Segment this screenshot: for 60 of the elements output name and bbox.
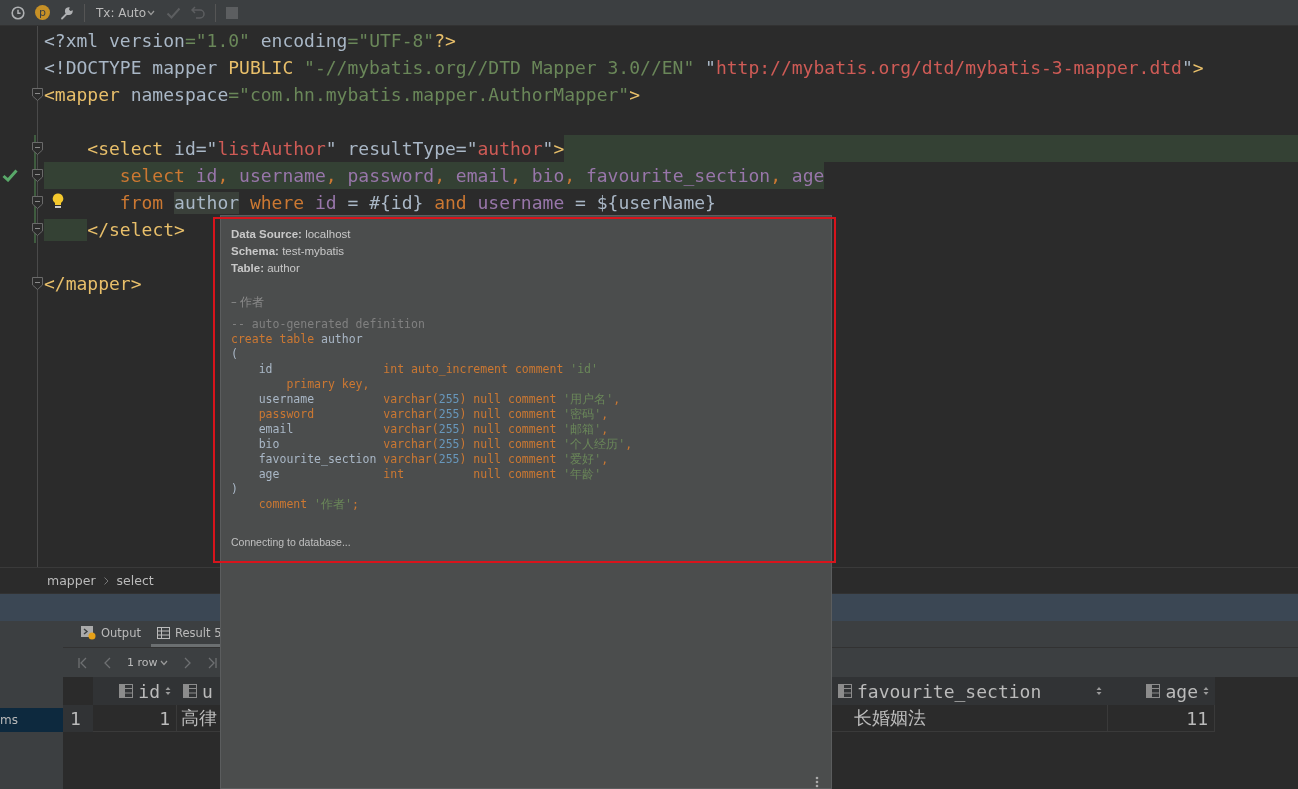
column-icon — [119, 684, 134, 698]
transaction-mode-dropdown[interactable]: Tx: Auto — [94, 5, 158, 20]
check-icon — [166, 6, 182, 19]
table-icon — [156, 626, 170, 639]
info-line: Table: author — [231, 261, 301, 276]
column-icon — [1146, 684, 1161, 698]
table-comment: – 作者 — [231, 294, 266, 311]
fold-icon[interactable] — [32, 196, 43, 209]
code-line: create table author — [231, 332, 363, 347]
sort-icon[interactable] — [165, 686, 171, 696]
check-icon — [2, 169, 18, 182]
code-line: primary key, — [285, 377, 370, 392]
info-line: Schema: test-mybatis — [231, 244, 346, 259]
chevron-icon — [102, 656, 113, 669]
column-header[interactable]: age — [1108, 677, 1215, 705]
chevron-icon — [103, 576, 109, 585]
breadcrumb[interactable]: mapper — [47, 573, 96, 588]
code-line: </mapper> — [44, 271, 142, 296]
tree-item[interactable]: ms — [0, 708, 63, 732]
profile-badge[interactable]: p — [35, 5, 50, 20]
undo-icon — [191, 6, 206, 19]
breadcrumb[interactable]: select — [116, 573, 154, 588]
skip-icon — [206, 656, 218, 669]
sort-icon[interactable] — [1096, 686, 1102, 696]
status-text: Connecting to database... — [231, 536, 352, 548]
fold-icon[interactable] — [32, 169, 43, 182]
lightbulb-icon[interactable] — [52, 193, 64, 209]
caret-icon — [159, 659, 168, 666]
sort-icon[interactable] — [1203, 686, 1209, 696]
code-line: <!DOCTYPE mapper PUBLIC "-//mybatis.org//DTD Mapper 3.0//EN" "http://mybatis.org/dtd/mybatis-3-mapper.dtd"> — [44, 55, 1204, 80]
console-icon — [81, 625, 96, 640]
code-line: </select> — [44, 216, 185, 243]
table-cell: 11 — [1108, 705, 1215, 732]
column-header[interactable]: id — [93, 677, 177, 705]
code-line: id int auto_increment comment 'id' — [257, 362, 598, 377]
table-cell: 长婚姻法 — [832, 705, 1108, 732]
code-line: <mapper namespace="com.hn.mybatis.mapper.AuthorMapper"> — [44, 82, 641, 107]
code-line: from author where id = #{id} and username = ${userName} — [118, 190, 716, 216]
wrench-icon — [60, 5, 74, 20]
stop-icon — [226, 6, 239, 19]
row-number: 1 — [63, 705, 93, 732]
more-icon[interactable] — [815, 776, 819, 788]
clock-icon — [11, 5, 25, 20]
code-line: <?xml version="1.0" encoding="UTF-8"?> — [44, 28, 456, 53]
code-line: ( — [231, 347, 238, 362]
column-icon — [838, 684, 852, 698]
fold-icon[interactable] — [32, 88, 43, 101]
fold-icon[interactable] — [32, 223, 43, 236]
history-button[interactable] — [11, 3, 25, 22]
column-header[interactable]: favourite_section — [832, 677, 1108, 705]
code-line: ) — [231, 482, 238, 497]
table-cell: 1 — [93, 705, 177, 732]
tab[interactable]: Output — [75, 621, 147, 647]
info-line: Data Source: localhost — [231, 227, 352, 242]
fold-icon[interactable] — [32, 142, 43, 155]
column-icon — [183, 684, 197, 698]
caret-icon — [147, 9, 156, 16]
fold-icon[interactable] — [32, 277, 43, 290]
skip-icon — [77, 656, 88, 669]
page-size-dropdown[interactable]: 1 row — [121, 656, 174, 669]
